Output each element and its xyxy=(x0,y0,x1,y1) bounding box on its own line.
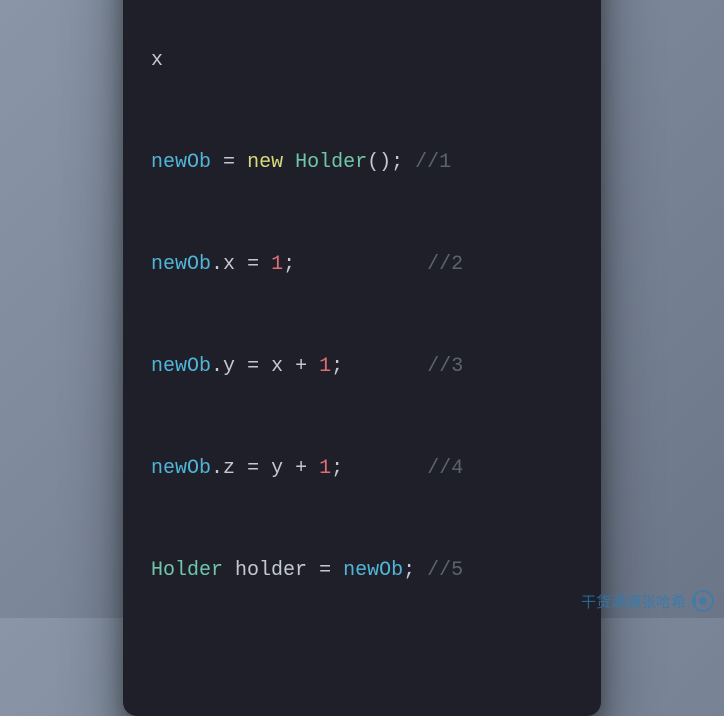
code-block: x newOb = new Holder(); //1 newOb.x = 1;… xyxy=(151,0,573,656)
token-variable: newOb xyxy=(151,151,211,174)
code-line-4: newOb.z = y + 1; //4 xyxy=(151,452,573,486)
token-comment: //2 xyxy=(427,253,463,276)
code-line-2: newOb.x = 1; //2 xyxy=(151,248,573,282)
token-comment: //4 xyxy=(427,457,463,480)
token-number: 1 xyxy=(271,253,283,276)
code-line-0: x xyxy=(151,44,573,78)
token-variable: newOb xyxy=(151,457,211,480)
code-window: x newOb = new Holder(); //1 newOb.x = 1;… xyxy=(123,0,601,716)
token-keyword: new xyxy=(247,151,283,174)
watermark: 干货满满张哈希 xyxy=(581,588,716,614)
token-comment: //3 xyxy=(427,355,463,378)
watermark-text: 干货满满张哈希 xyxy=(581,591,686,612)
token-number: 1 xyxy=(319,457,331,480)
token-variable: newOb xyxy=(151,253,211,276)
token-punctuation: (); xyxy=(367,151,403,174)
code-line-1: newOb = new Holder(); //1 xyxy=(151,146,573,180)
token: x xyxy=(151,49,163,72)
token-comment: //1 xyxy=(415,151,451,174)
watermark-icon xyxy=(690,588,716,614)
token-number: 1 xyxy=(319,355,331,378)
code-line-3: newOb.y = x + 1; //3 xyxy=(151,350,573,384)
token-type: Holder xyxy=(295,151,367,174)
token-variable: newOb xyxy=(151,355,211,378)
token-operator: = xyxy=(223,151,235,174)
token-comment: //5 xyxy=(427,559,463,582)
code-line-5: Holder holder = newOb; //5 xyxy=(151,554,573,588)
token-type: Holder xyxy=(151,559,223,582)
